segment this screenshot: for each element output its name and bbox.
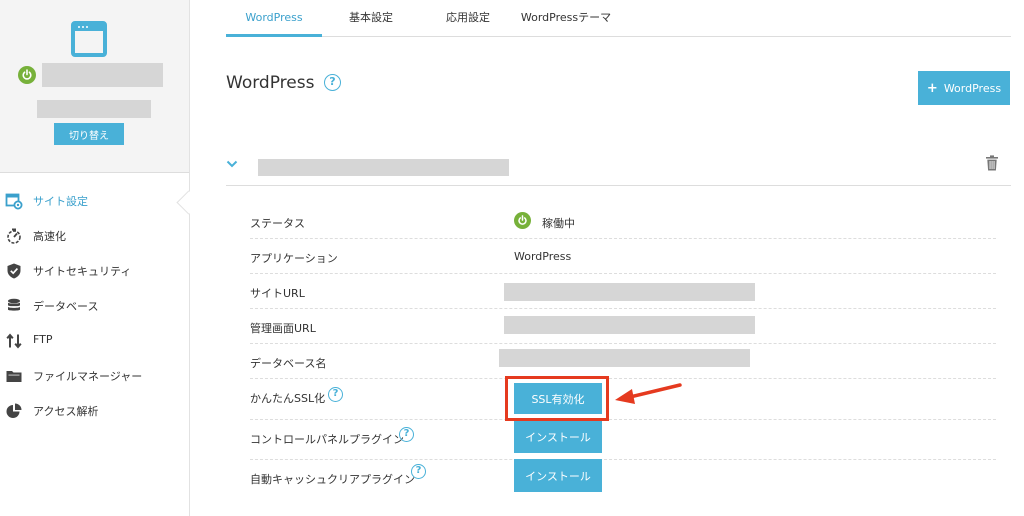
add-wordpress-label: WordPress [943,81,1002,95]
redacted-site-url-value [504,283,755,301]
sidebar-item-file-manager[interactable]: ファイルマネージャー [0,361,189,391]
plus-icon: + [926,80,938,96]
sidebar-item-site-security[interactable]: サイトセキュリティ [0,256,189,286]
add-wordpress-button[interactable]: + WordPress [918,71,1010,105]
sidebar-item-speed[interactable]: 高速化 [0,221,189,251]
sidebar-item-ftp[interactable]: FTP [0,326,189,356]
chevron-down-icon[interactable] [226,158,238,170]
status-label: ステータス [250,217,305,230]
tab-wordpress[interactable]: WordPress [226,0,322,37]
pie-chart-icon [6,403,22,418]
detail-row-control-panel-plugin: コントロールパネルプラグイン ? [250,419,996,460]
redacted-site-url [258,159,509,176]
help-icon[interactable]: ? [324,74,341,91]
red-arrow-annotation [615,383,682,404]
detail-row-cache-clear-plugin: 自動キャッシュクリアプラグイン ? [250,459,996,497]
redacted-server-id [37,100,151,118]
detail-row-application: アプリケーション WordPress [250,238,996,274]
sidebar-item-label: サイト設定 [33,195,88,208]
status-value: 稼働中 [542,217,575,230]
site-accordion-header [226,145,1011,186]
help-icon[interactable]: ? [399,427,414,442]
cache-clear-plugin-label: 自動キャッシュクリアプラグイン [250,473,415,486]
control-panel-plugin-install-button[interactable]: インストール [514,421,602,453]
server-window-icon [71,21,107,57]
speed-icon [7,228,21,244]
sidebar-item-site-settings[interactable]: サイト設定 [0,186,189,216]
site-settings-icon [5,193,23,210]
admin-url-label: 管理画面URL [250,322,316,335]
application-value: WordPress [514,250,572,263]
detail-row-admin-url: 管理画面URL [250,308,996,344]
detail-row-database-name: データベース名 [250,343,996,379]
cache-clear-plugin-install-button[interactable]: インストール [514,459,602,492]
redacted-admin-url-value [504,316,755,334]
tab-advanced-settings[interactable]: 応用設定 [433,0,503,36]
switch-button[interactable]: 切り替え [54,123,124,145]
sidebar-item-label: アクセス解析 [33,405,99,418]
help-icon[interactable]: ? [411,464,426,479]
folder-icon [6,371,22,382]
power-icon [514,212,531,229]
ssl-label: かんたんSSL化 [250,392,326,405]
site-url-label: サイトURL [250,287,305,300]
sidebar-item-label: ファイルマネージャー [33,370,143,383]
tab-wordpress-themes[interactable]: WordPressテーマ [513,0,619,36]
sidebar-item-access-analytics[interactable]: アクセス解析 [0,396,189,426]
power-icon [18,66,36,84]
page-title: WordPress [226,73,315,93]
detail-row-site-url: サイトURL [250,273,996,309]
transfer-icon [6,333,22,349]
database-icon [8,298,20,311]
ssl-enable-button[interactable]: SSL有効化 [514,383,602,414]
tab-bar: WordPress 基本設定 応用設定 WordPressテーマ [226,0,1011,37]
sidebar-item-label: サイトセキュリティ [33,265,132,278]
sidebar: 切り替え サイト設定 高速化 サイトセキュリティ データベース FTP ファイル… [0,0,201,516]
sidebar-item-label: 高速化 [33,230,66,243]
server-info-panel: 切り替え [0,0,189,173]
control-panel-plugin-label: コントロールパネルプラグイン [250,433,404,446]
sidebar-item-label: データベース [33,300,99,313]
trash-icon[interactable] [985,155,999,171]
shield-icon [7,263,21,279]
help-icon[interactable]: ? [328,387,343,402]
redacted-server-name [42,63,163,87]
application-label: アプリケーション [250,252,338,265]
detail-row-status: ステータス 稼働中 [250,203,996,239]
database-name-label: データベース名 [250,357,327,370]
sidebar-item-label: FTP [33,333,53,346]
redacted-database-name-value [499,349,750,367]
sidebar-item-database[interactable]: データベース [0,291,189,321]
tab-basic-settings[interactable]: 基本設定 [336,0,406,36]
